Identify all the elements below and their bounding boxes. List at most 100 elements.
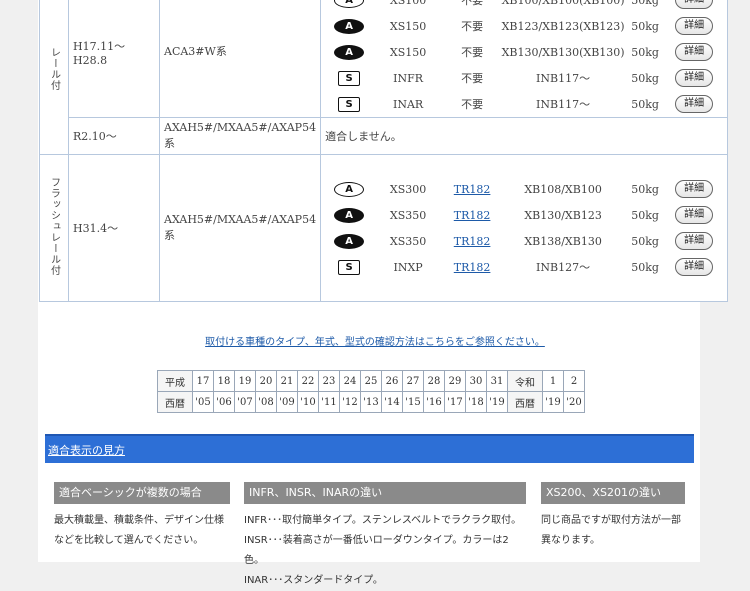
detail-button[interactable]: 詳細: [675, 0, 714, 9]
legend-header-link[interactable]: 適合表示の見方: [48, 442, 125, 458]
era-year-cell: '17: [444, 391, 466, 413]
era-header: 令和: [507, 370, 543, 392]
base-bar-code: XB130/XB130(XB130): [501, 45, 625, 59]
basic-type-a-icon: A: [334, 181, 365, 197]
base-bar-code: XB108/XB100: [524, 182, 602, 196]
era-year-cell: 27: [402, 370, 424, 392]
info-box-infr-insr-inar: INFR、INSR、INARの違い INFR･･･取付簡単タイプ。ステンレスベル…: [244, 482, 526, 591]
info-box-line: 異なります。: [541, 535, 600, 546]
basic-type-s-icon: S: [338, 96, 361, 112]
product-row: A XS300 TR182 XB108/XB100 50kg 詳細: [325, 176, 723, 202]
era-year-cell: '15: [402, 391, 424, 413]
attachment-link[interactable]: TR182: [454, 235, 491, 248]
product-code: INAR: [392, 97, 424, 111]
badge-cell: A: [325, 228, 373, 254]
product-row: S INXP TR182 INB127〜 50kg 詳細: [325, 254, 723, 280]
detail-button[interactable]: 詳細: [675, 95, 714, 113]
era-year-cell: '06: [213, 391, 235, 413]
detail-button[interactable]: 詳細: [675, 258, 714, 276]
max-load: 50kg: [631, 97, 659, 111]
era-year-cell: 19: [234, 370, 256, 392]
attachment-cell: TR182: [443, 202, 501, 228]
max-load: 50kg: [631, 19, 659, 33]
max-load: 50kg: [631, 208, 659, 222]
attachment-link[interactable]: TR182: [454, 209, 491, 222]
base-bar-code: INB127〜: [536, 261, 591, 274]
detail-cell: 詳細: [665, 65, 723, 91]
attachment-text: 不要: [461, 46, 484, 59]
attachment-cell: TR182: [443, 176, 501, 202]
table-row: レール付 H17.11〜H28.8 ACA3#W系 A XS100 不要 XB100/…: [39, 0, 729, 155]
detail-button[interactable]: 詳細: [675, 206, 714, 224]
max-load: 50kg: [631, 45, 659, 59]
info-box-body: 最大積載量、積載条件、デザイン仕様 などを比較して選んでください。: [54, 511, 230, 551]
year-cell: R2.10〜: [68, 117, 160, 155]
detail-cell: 詳細: [665, 176, 723, 202]
info-box-line: 最大積載量、積載条件、デザイン仕様: [54, 515, 224, 526]
product-row: S INFR 不要 INB117〜 50kg 詳細: [325, 65, 723, 91]
product-list: A XS300 TR182 XB108/XB100 50kg 詳細 A XS350 TR182 X…: [325, 176, 723, 280]
detail-cell: 詳細: [665, 13, 723, 39]
era-year-cell: '10: [297, 391, 319, 413]
product-code: INXP: [393, 260, 423, 274]
era-year-cell: 23: [318, 370, 340, 392]
info-box-title: 適合ベーシックが複数の場合: [54, 482, 230, 504]
year-cell: H17.11〜H28.8: [68, 0, 160, 118]
detail-cell: 詳細: [665, 91, 723, 117]
vehicle-lookup-link[interactable]: 取付ける車種のタイプ、年式、型式の確認方法はこちらをご参照ください。: [0, 333, 750, 348]
era-header: 西暦: [507, 391, 543, 413]
attachment-cell: TR182: [443, 254, 501, 280]
basic-type-a-icon: A: [334, 233, 365, 249]
era-year-cell: '09: [276, 391, 298, 413]
mount-type-cell: レール付: [39, 0, 69, 155]
badge-cell: S: [325, 91, 373, 117]
attachment-link[interactable]: TR182: [454, 183, 491, 196]
detail-cell: 詳細: [665, 228, 723, 254]
info-box-line: 同じ商品ですが取付方法が一部: [541, 515, 681, 526]
base-bar-code: INB117〜: [536, 72, 591, 85]
info-box-line: などを比較して選んでください。: [54, 535, 204, 546]
era-year-cell: '13: [360, 391, 382, 413]
era-year-cell: '07: [234, 391, 256, 413]
attachment-text: 不要: [461, 20, 484, 33]
base-bar-code: XB100/XB100(XB100): [501, 0, 625, 7]
table-row: R2.10〜 AXAH5#/MXAA5#/AXAP54系 適合しません。: [40, 117, 729, 155]
detail-button[interactable]: 詳細: [675, 232, 714, 250]
base-bar-code: XB138/XB130: [524, 234, 602, 248]
detail-button[interactable]: 詳細: [675, 43, 714, 61]
era-year-cell: '20: [563, 391, 585, 413]
product-list-cell: A XS300 TR182 XB108/XB100 50kg 詳細 A XS350 TR182 X…: [320, 154, 729, 302]
mount-type-label: フラッシュレール付: [48, 177, 60, 276]
era-year-cell: '16: [423, 391, 445, 413]
detail-cell: 詳細: [665, 39, 723, 65]
attachment-link[interactable]: TR182: [454, 261, 491, 274]
era-year-cell: '05: [192, 391, 214, 413]
basic-type-a-icon: A: [334, 0, 365, 8]
info-box-line: INAR･･･スタンダードタイプ。: [244, 575, 383, 586]
detail-button[interactable]: 詳細: [675, 180, 714, 198]
era-year-cell: 21: [276, 370, 298, 392]
badge-cell: A: [325, 39, 373, 65]
era-conversion-table: 平成 17 18 19 20 21 22 23 24 25 26 27 28 29 30 31 令和 1 2 西暦 '0…: [157, 370, 585, 413]
era-year-cell: 22: [297, 370, 319, 392]
detail-button[interactable]: 詳細: [675, 17, 714, 35]
era-year-cell: 30: [465, 370, 487, 392]
product-code: XS300: [389, 182, 427, 196]
max-load: 50kg: [631, 0, 659, 7]
era-year-cell: 20: [255, 370, 277, 392]
badge-cell: A: [325, 0, 373, 13]
product-code: XS350: [389, 234, 427, 248]
product-code: XS150: [389, 45, 427, 59]
era-year-cell: '14: [381, 391, 403, 413]
era-year-cell: '18: [465, 391, 487, 413]
base-bar-code: XB130/XB123: [524, 208, 602, 222]
era-year-cell: '19: [486, 391, 508, 413]
product-row: A XS150 不要 XB123/XB123(XB123) 50kg 詳細: [325, 13, 723, 39]
product-row: A XS350 TR182 XB138/XB130 50kg 詳細: [325, 228, 723, 254]
attachment-text: 不要: [461, 0, 484, 7]
detail-button[interactable]: 詳細: [675, 69, 714, 87]
info-box-line: INFR･･･取付簡単タイプ。ステンレスベルトでラクラク取付。: [244, 515, 522, 526]
base-bar-code: XB123/XB123(XB123): [501, 19, 625, 33]
info-box-title: INFR、INSR、INARの違い: [244, 482, 526, 504]
era-year-cell: '08: [255, 391, 277, 413]
